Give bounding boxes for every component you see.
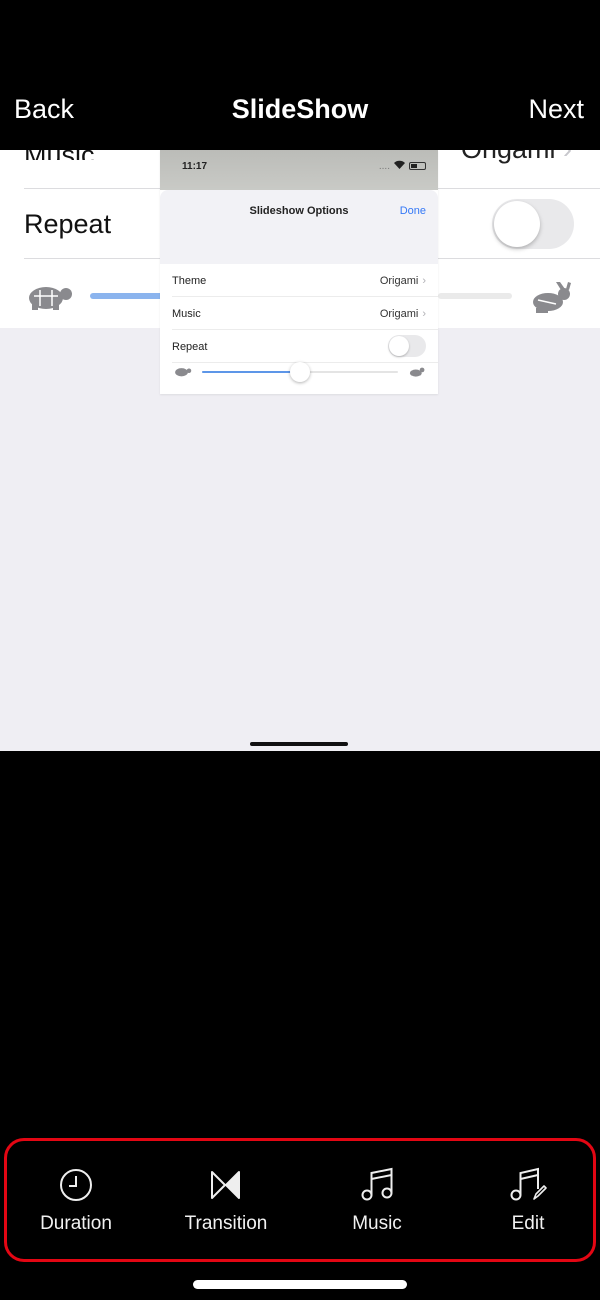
background-repeat-label: Repeat (24, 209, 112, 239)
next-button[interactable]: Next (528, 94, 584, 125)
music-label: Music (352, 1213, 402, 1234)
wifi-icon (394, 160, 405, 172)
chevron-right-icon: › (422, 308, 426, 320)
toggle-knob (494, 201, 540, 247)
duration-label: Duration (40, 1213, 112, 1234)
rabbit-icon (409, 367, 425, 377)
inner-music-label: Music (172, 308, 201, 320)
edit-button[interactable]: Edit (468, 1141, 588, 1259)
background-speed-track (438, 293, 512, 299)
inner-speed-slider (202, 362, 398, 382)
battery-icon (409, 162, 426, 170)
rabbit-icon (533, 282, 571, 313)
bottom-toolbar: Duration Transition Music Edit (4, 1138, 596, 1262)
preview-home-indicator (250, 742, 348, 746)
signal-icon: .... (378, 160, 390, 172)
inner-music-value-text: Origami (379, 308, 419, 320)
inner-theme-value-text: Origami (379, 275, 419, 287)
inner-screenshot: 11:17 .... Slideshow Options Done Theme … (160, 150, 438, 394)
turtle-icon (175, 368, 192, 377)
inner-sheet-header: Slideshow Options Done (160, 190, 438, 264)
inner-speed-thumb (290, 362, 310, 382)
background-music-label: Music (24, 150, 95, 170)
inner-speed-row (160, 356, 438, 388)
background-music-value: Origami › (461, 150, 572, 163)
transition-icon (211, 1171, 240, 1199)
inner-status-bar: 11:17 .... (160, 150, 438, 190)
clock-icon (60, 1169, 92, 1201)
duration-button[interactable]: Duration (16, 1141, 136, 1259)
transition-label: Transition (184, 1213, 268, 1234)
background-music-value-text: Origami (461, 150, 556, 164)
background-speed-fill (90, 293, 170, 299)
inner-theme-label: Theme (172, 275, 207, 287)
background-repeat-toggle (492, 199, 574, 249)
slideshow-preview[interactable]: Music Origami › Repeat (0, 150, 600, 751)
music-button[interactable]: Music (317, 1141, 437, 1259)
inner-sheet-title: Slideshow Options (249, 205, 349, 217)
chevron-right-icon: › (563, 150, 572, 164)
inner-status-time: 11:17 (182, 161, 208, 172)
edit-label: Edit (511, 1213, 545, 1234)
home-indicator (193, 1280, 407, 1289)
inner-status-icons: .... (379, 160, 426, 172)
turtle-icon (29, 287, 72, 310)
inner-repeat-label: Repeat (172, 341, 208, 353)
page-title: SlideShow (231, 94, 369, 124)
inner-music-row: Music Origami › (172, 297, 438, 330)
chevron-right-icon: › (422, 275, 426, 287)
transition-button[interactable]: Transition (166, 1141, 286, 1259)
inner-done-button: Done (399, 205, 426, 217)
nav-bar: Back SlideShow Next (0, 0, 600, 150)
music-note-icon (361, 1167, 393, 1201)
inner-speed-fill (202, 371, 300, 373)
inner-theme-row: Theme Origami › (172, 264, 438, 297)
slideshow-screen: Back SlideShow Next Music Origami › Repe… (0, 0, 600, 1300)
toggle-knob (389, 336, 409, 356)
inner-repeat-toggle (388, 335, 426, 357)
inner-theme-value: Origami › (380, 275, 426, 287)
inner-music-value: Origami › (380, 308, 426, 320)
music-edit-icon (510, 1167, 547, 1201)
